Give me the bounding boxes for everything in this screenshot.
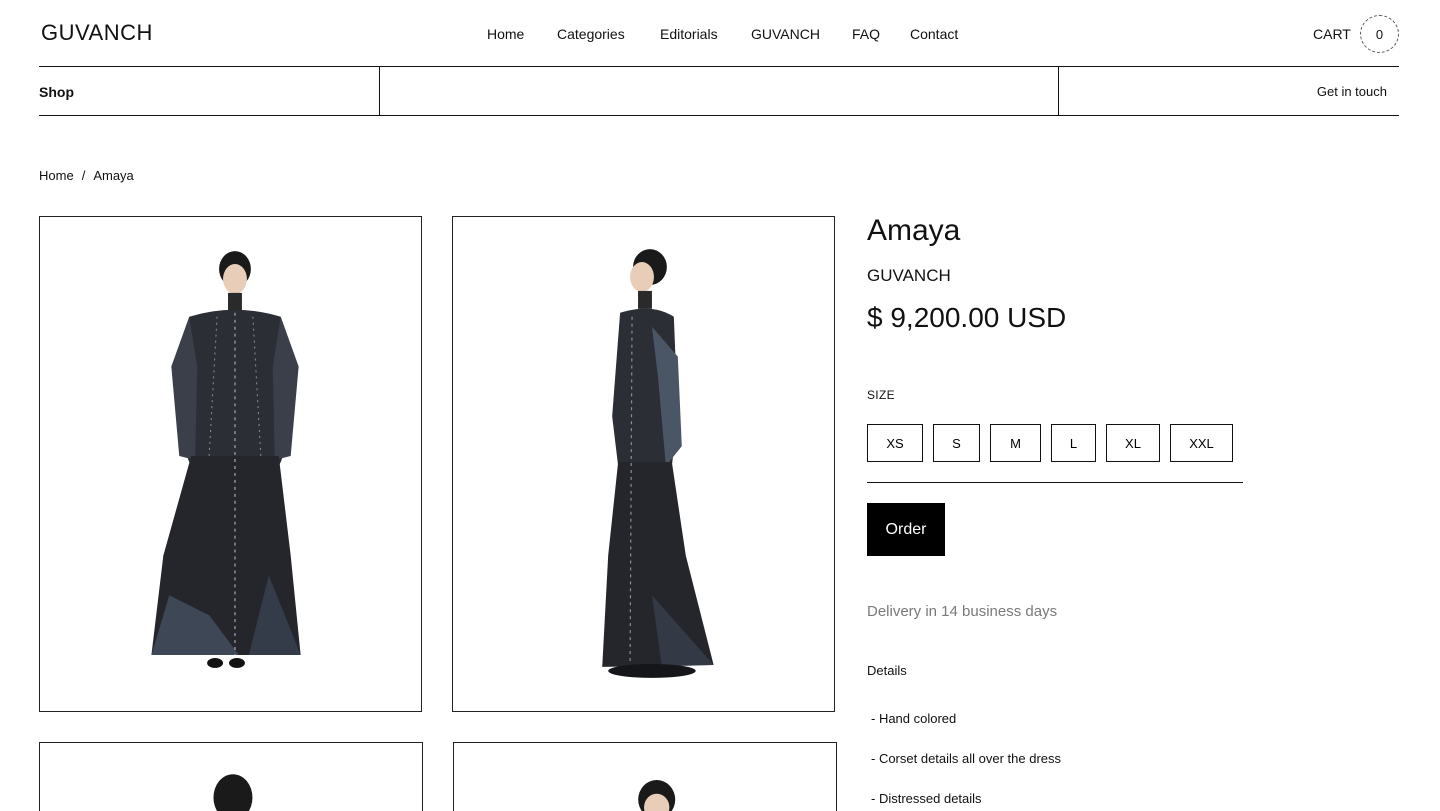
size-option-s[interactable]: S (933, 424, 980, 462)
nav-faq[interactable]: FAQ (852, 26, 880, 42)
cart-link[interactable]: CART (1313, 26, 1351, 42)
product-image-front[interactable] (39, 216, 422, 712)
cart-count-badge[interactable]: 0 (1360, 15, 1399, 53)
breadcrumb-home[interactable]: Home (39, 168, 74, 183)
model-front-illustration (151, 251, 301, 668)
size-option-l[interactable]: L (1051, 424, 1096, 462)
product-brand[interactable]: GUVANCH (867, 266, 951, 286)
size-option-xl[interactable]: XL (1106, 424, 1160, 462)
size-option-xs[interactable]: XS (867, 424, 923, 462)
nav-contact[interactable]: Contact (910, 26, 958, 42)
breadcrumb: Home / Amaya (39, 168, 134, 183)
product-image-back[interactable] (39, 742, 423, 811)
size-option-m[interactable]: M (990, 424, 1041, 462)
breadcrumb-separator: / (81, 168, 86, 183)
model-back-illustration (213, 774, 253, 811)
model-detail-illustration (638, 780, 676, 811)
details-heading: Details (867, 663, 907, 678)
get-in-touch-link[interactable]: Get in touch (1317, 84, 1387, 99)
delivery-info: Delivery in 14 business days (867, 603, 1058, 620)
product-price: $ 9,200.00 USD (867, 302, 1067, 333)
nav-categories[interactable]: Categories (557, 26, 625, 42)
nav-editorials[interactable]: Editorials (660, 26, 718, 42)
order-button[interactable]: Order (867, 503, 945, 556)
product-title: Amaya (867, 214, 961, 247)
sub-navigation-bar: Shop Get in touch (39, 66, 1399, 116)
model-side-illustration (602, 249, 714, 678)
product-image-side[interactable] (452, 216, 835, 712)
size-option-xxl[interactable]: XXL (1170, 424, 1233, 462)
shop-link[interactable]: Shop (39, 84, 74, 100)
section-divider (867, 482, 1243, 483)
detail-item: - Hand colored (871, 711, 957, 726)
divider (379, 67, 380, 115)
nav-home[interactable]: Home (487, 26, 524, 42)
product-image-detail[interactable] (453, 742, 837, 811)
size-label: SIZE (867, 388, 895, 402)
detail-item: - Corset details all over the dress (871, 751, 1062, 766)
brand-logo[interactable]: GUVANCH (41, 20, 153, 46)
breadcrumb-current: Amaya (93, 168, 134, 183)
detail-item: - Distressed details (871, 791, 982, 806)
divider (1058, 67, 1059, 115)
nav-guvanch[interactable]: GUVANCH (751, 26, 820, 42)
